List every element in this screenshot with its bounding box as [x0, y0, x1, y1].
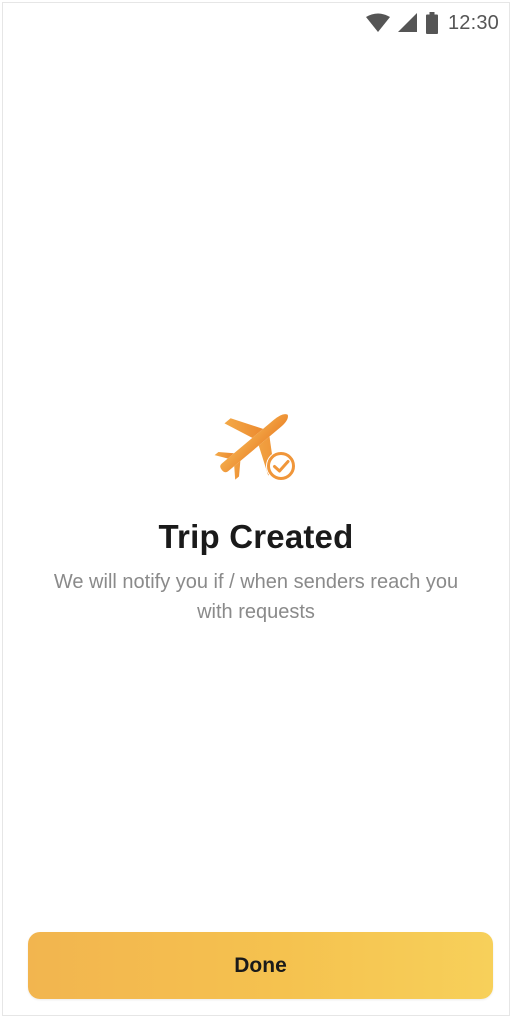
done-button-label: Done [234, 953, 287, 977]
battery-icon [425, 12, 438, 34]
wifi-icon [365, 13, 390, 33]
status-bar: 12:30 [365, 9, 499, 37]
airplane-check-icon [210, 399, 302, 487]
trip-created-confirmation: Trip Created We will notify you if / whe… [3, 399, 509, 627]
status-time: 12:30 [447, 11, 499, 34]
page-title: Trip Created [158, 518, 354, 555]
cellular-signal-icon [397, 13, 418, 33]
done-button[interactable]: Done [28, 932, 493, 999]
app-screen: 12:30 Trip Created We will notify you if… [2, 2, 510, 1016]
confirmation-message: We will notify you if / when senders rea… [53, 571, 459, 623]
